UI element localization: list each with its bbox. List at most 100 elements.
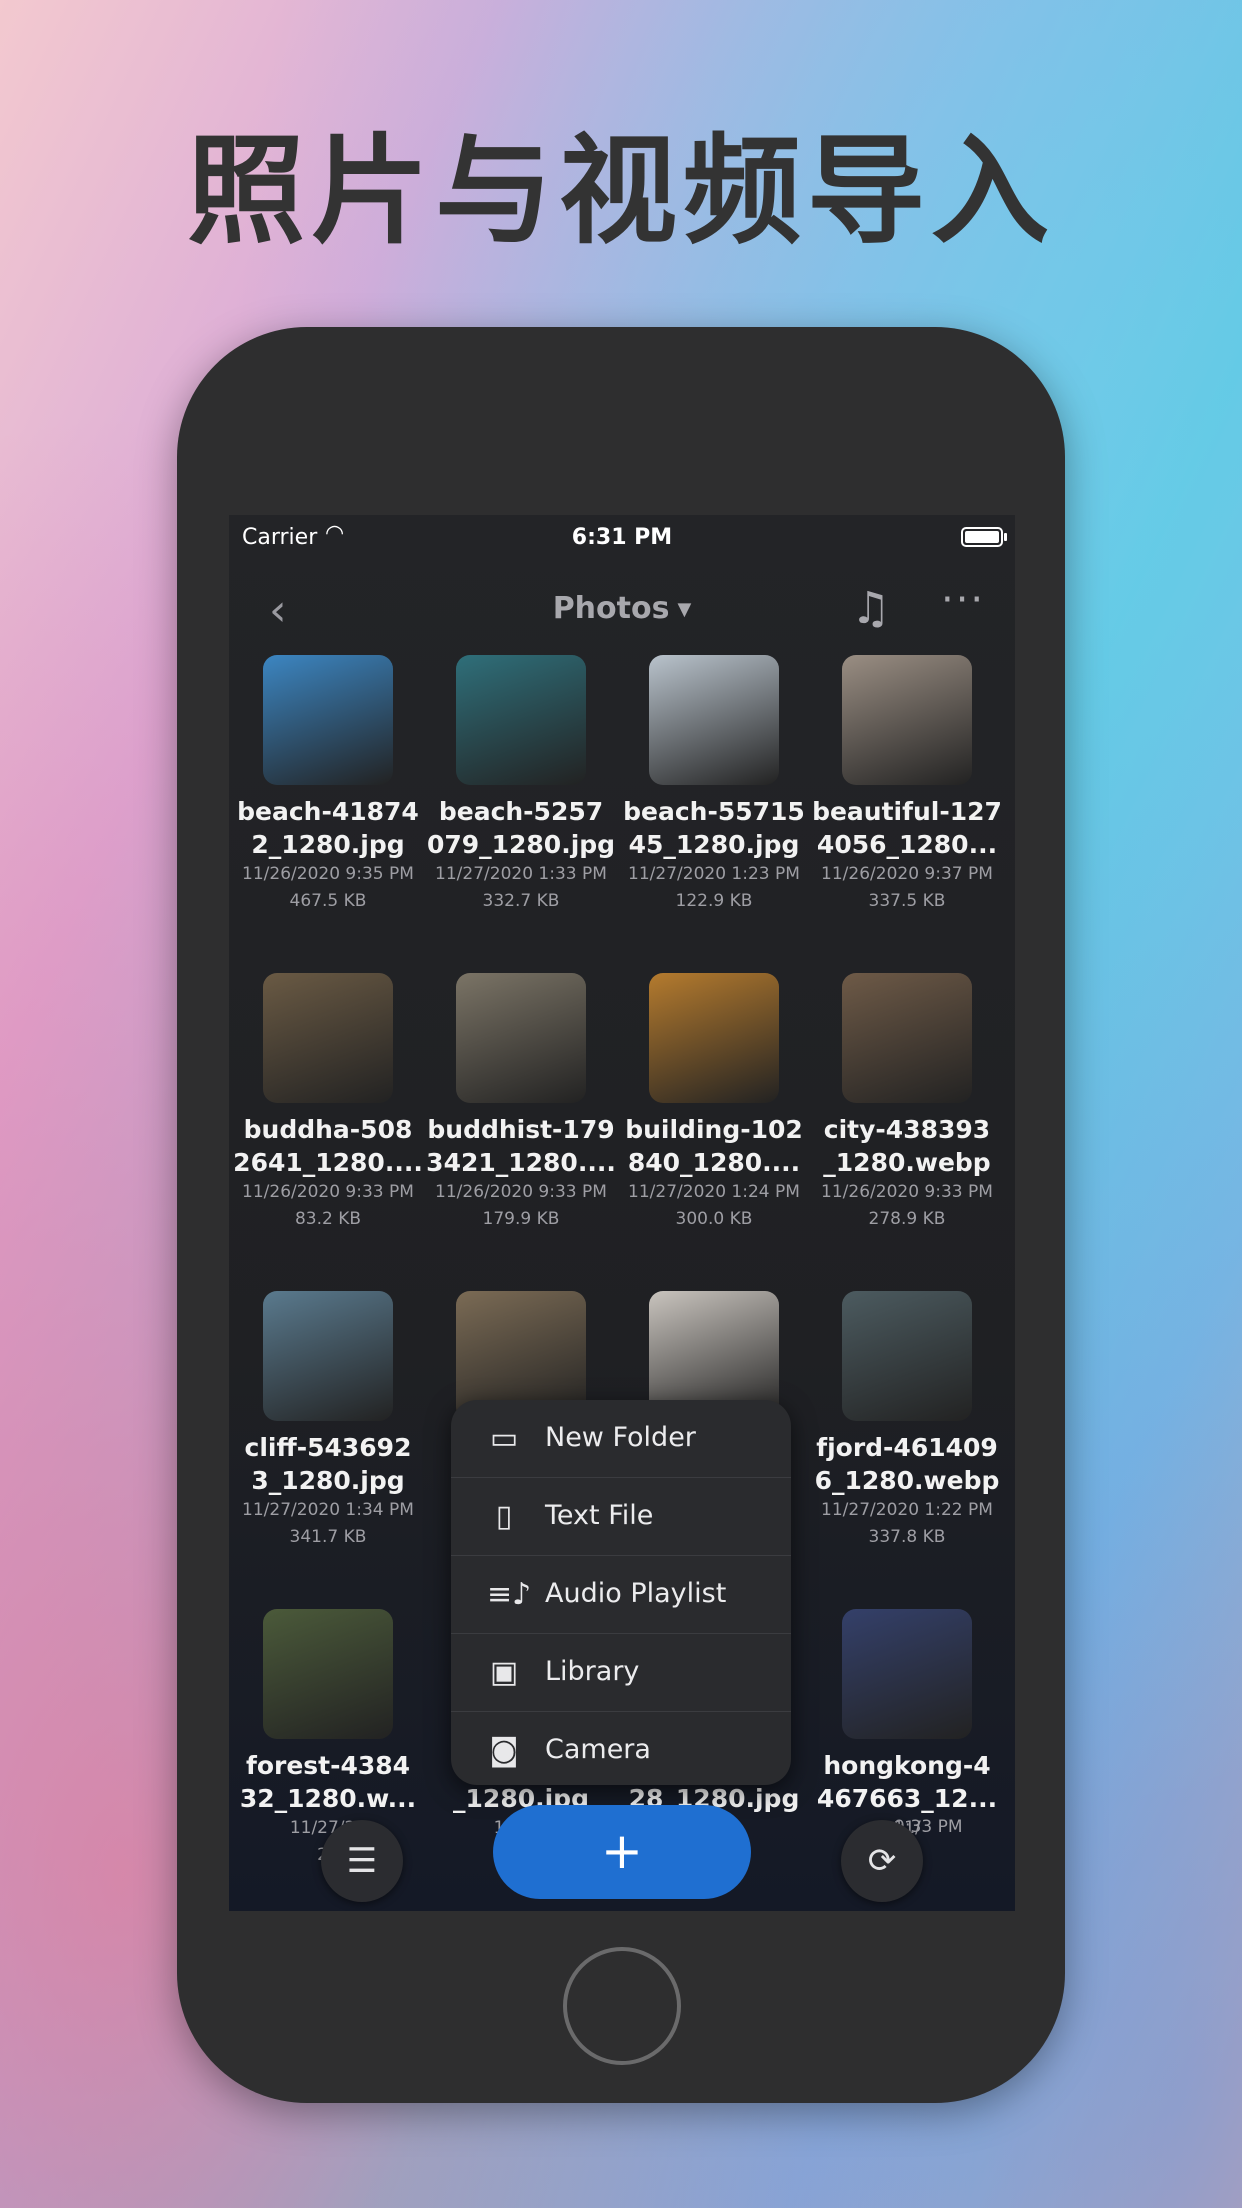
file-item[interactable]: beach-41874 2_1280.jpg 11/26/2020 9:35 PM 4… <box>233 655 423 915</box>
file-size: 83.2 KB <box>294 1209 362 1229</box>
file-name-line: forest-4384 <box>245 1751 411 1780</box>
menu-label: Library <box>545 1656 640 1687</box>
file-size: 332.7 KB <box>482 891 560 911</box>
file-date: 11/26/2020 9:35 PM <box>242 864 414 884</box>
status-time: 6:31 PM <box>571 525 673 550</box>
file-name: buddha-508 2641_1280.... <box>233 1113 423 1179</box>
file-item[interactable]: beach-5257 079_1280.jpg 11/27/2020 1:33 PM… <box>426 655 616 915</box>
file-thumbnail <box>263 1609 393 1739</box>
file-name-line: beach-5257 <box>438 797 604 826</box>
playlist-icon: ≡♪ <box>487 1577 532 1612</box>
file-item[interactable]: beach-55715 45_1280.jpg 11/27/2020 1:23 PM… <box>619 655 809 915</box>
file-name-line: buddhist-179 <box>427 1115 615 1144</box>
file-thumbnail <box>649 973 779 1103</box>
file-date: 11/26/2020 9:33 PM <box>435 1182 607 1202</box>
menu-label: Camera <box>545 1734 651 1765</box>
file-name-line: hongkong-4 <box>823 1751 991 1780</box>
file-name-line: beach-41874 <box>237 797 419 826</box>
file-name: hongkong-4 467663_12... <box>812 1749 1002 1815</box>
battery-icon <box>961 527 1007 547</box>
file-thumbnail <box>842 973 972 1103</box>
menu-label: New Folder <box>545 1422 696 1453</box>
menu-label: Audio Playlist <box>545 1578 727 1609</box>
file-size: 337.8 KB <box>868 1527 946 1547</box>
file-item[interactable]: buddhist-179 3421_1280.... 11/26/2020 9:33… <box>426 973 616 1233</box>
caret-down-icon: ▼ <box>677 599 692 620</box>
file-name: beach-55715 45_1280.jpg <box>619 795 809 861</box>
list-icon: ☰ <box>346 1841 378 1881</box>
folder-title-dropdown[interactable]: Photos ▼ <box>229 591 1015 626</box>
promo-headline: 照片与视频导入 <box>186 122 1055 260</box>
file-item[interactable]: city-438393 _1280.webp 11/26/2020 9:33 PM 2… <box>812 973 1002 1233</box>
file-name: fjord-461409 6_1280.webp <box>812 1431 1002 1497</box>
file-date: 11/27/2020 1:22 PM <box>821 1500 993 1520</box>
file-name-line: cliff-543692 <box>244 1433 412 1462</box>
add-button[interactable]: + <box>493 1805 751 1899</box>
file-name-line: 32_1280.w... <box>239 1784 417 1813</box>
file-thumbnail <box>456 655 586 785</box>
file-date: 11/27/2020 1:34 PM <box>242 1500 414 1520</box>
nav-bar: ‹ Photos ▼ ♫ ··· <box>229 565 1015 655</box>
file-name-line: building-102 <box>625 1115 803 1144</box>
home-button[interactable] <box>563 1947 681 2065</box>
file-name-line: beach-55715 <box>623 797 805 826</box>
file-name-line: 45_1280.jpg <box>628 830 800 859</box>
ellipsis-icon[interactable]: ··· <box>941 577 985 623</box>
file-size: 278.9 KB <box>868 1209 946 1229</box>
file-thumbnail <box>649 655 779 785</box>
file-size: 122.9 KB <box>675 891 753 911</box>
file-name-line: 840_1280.... <box>627 1148 801 1177</box>
folder-icon: ▭ <box>489 1421 519 1456</box>
file-item[interactable]: fjord-461409 6_1280.webp 11/27/2020 1:22 P… <box>812 1291 1002 1551</box>
file-name: city-438393 _1280.webp <box>812 1113 1002 1179</box>
menu-label: Text File <box>545 1500 654 1531</box>
file-size: 300.0 KB <box>675 1209 753 1229</box>
photo-library-icon: ▣ <box>489 1655 519 1690</box>
document-icon: ▯ <box>495 1499 513 1534</box>
file-name: beautiful-127 4056_1280... <box>812 795 1002 861</box>
file-date: 11/27/2020 1:33 PM <box>435 864 607 884</box>
sync-button[interactable]: ⟳ <box>841 1820 923 1902</box>
file-name-line: 2641_1280.... <box>233 1148 423 1177</box>
file-name: cliff-543692 3_1280.jpg <box>233 1431 423 1497</box>
list-view-button[interactable]: ☰ <box>321 1820 403 1902</box>
file-name-line: 4056_1280... <box>816 830 998 859</box>
file-name: beach-41874 2_1280.jpg <box>233 795 423 861</box>
add-menu: ▭ New Folder ▯ Text File ≡♪ Audio Playli… <box>451 1400 791 1785</box>
file-name-line: _1280.webp <box>823 1148 991 1177</box>
file-size: 337.5 KB <box>868 891 946 911</box>
file-thumbnail <box>842 1609 972 1739</box>
file-name-line: 467663_12... <box>816 1784 998 1813</box>
file-date: 11/26/2020 9:33 PM <box>242 1182 414 1202</box>
menu-item-text-file[interactable]: ▯ Text File <box>451 1478 791 1556</box>
file-name-line: city-438393 <box>823 1115 991 1144</box>
file-name-line: fjord-461409 <box>816 1433 998 1462</box>
file-name-line: 6_1280.webp <box>814 1466 1000 1495</box>
menu-item-new-folder[interactable]: ▭ New Folder <box>451 1400 791 1478</box>
file-name-line: 2_1280.jpg <box>251 830 405 859</box>
file-name: forest-4384 32_1280.w... <box>233 1749 423 1815</box>
file-item[interactable]: beautiful-127 4056_1280... 11/26/2020 9:37… <box>812 655 1002 915</box>
camera-icon: ◙ <box>489 1733 519 1768</box>
file-size: 341.7 KB <box>289 1527 367 1547</box>
file-name-line: buddha-508 <box>243 1115 413 1144</box>
file-name-line: 079_1280.jpg <box>426 830 616 859</box>
file-date: 11/27/2020 1:23 PM <box>628 864 800 884</box>
file-size: 179.9 KB <box>482 1209 560 1229</box>
menu-item-camera[interactable]: ◙ Camera <box>451 1712 791 1785</box>
file-thumbnail <box>263 973 393 1103</box>
app-screen: Carrier ◠ 6:31 PM ‹ Photos ▼ ♫ ··· beach-… <box>229 515 1015 1911</box>
status-bar: Carrier ◠ 6:31 PM <box>229 515 1015 565</box>
file-date: 11/27/2020 1:24 PM <box>628 1182 800 1202</box>
file-thumbnail <box>263 655 393 785</box>
menu-item-audio-playlist[interactable]: ≡♪ Audio Playlist <box>451 1556 791 1634</box>
music-note-icon[interactable]: ♫ <box>851 583 890 634</box>
file-name-line: 3421_1280.... <box>426 1148 616 1177</box>
menu-item-library[interactable]: ▣ Library <box>451 1634 791 1712</box>
sync-icon: ⟳ <box>867 1841 897 1881</box>
file-item[interactable]: building-102 840_1280.... 11/27/2020 1:24 … <box>619 973 809 1233</box>
file-item[interactable]: buddha-508 2641_1280.... 11/26/2020 9:33 P… <box>233 973 423 1233</box>
file-name: building-102 840_1280.... <box>619 1113 809 1179</box>
file-item[interactable]: cliff-543692 3_1280.jpg 11/27/2020 1:34 PM… <box>233 1291 423 1551</box>
file-item[interactable]: forest-438432_1280.w...11/27/2023 <box>233 1609 423 1869</box>
